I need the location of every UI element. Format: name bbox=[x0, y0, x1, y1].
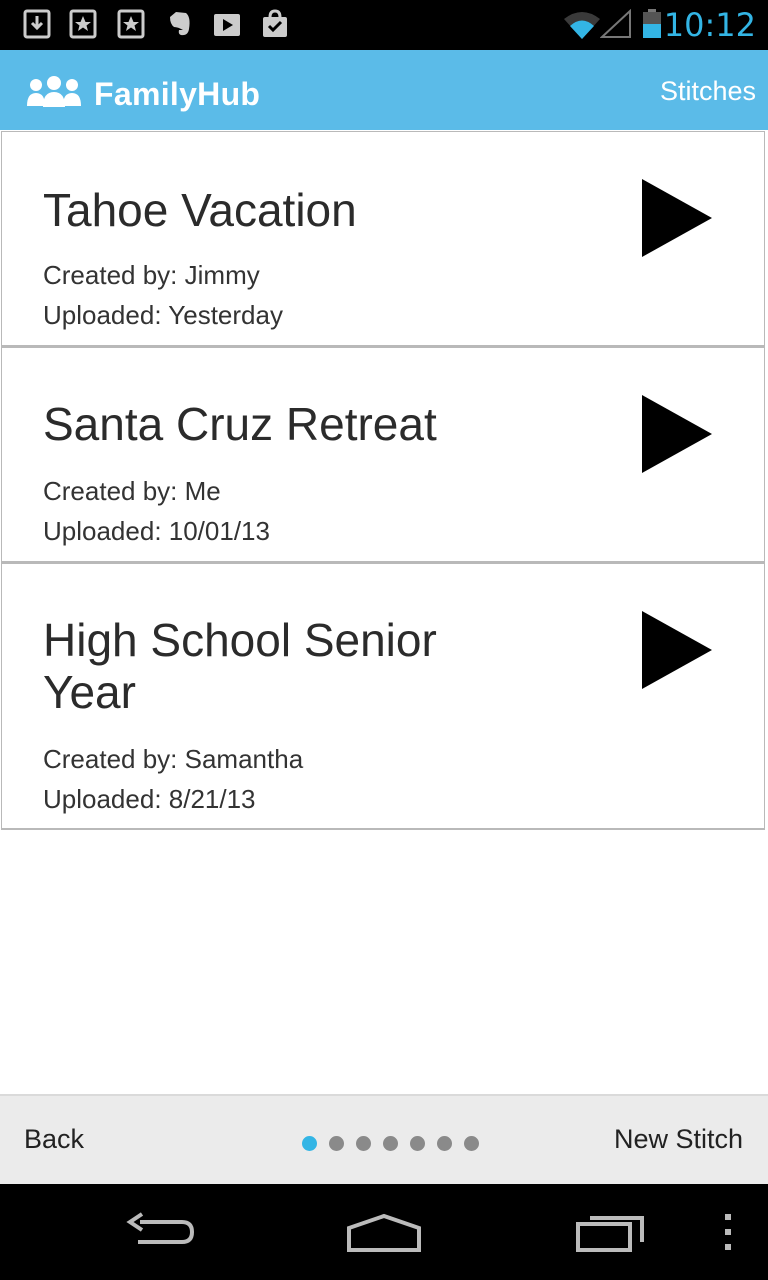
clock: 10:12 bbox=[663, 6, 756, 44]
page-dot bbox=[356, 1136, 371, 1151]
stitches-button[interactable]: Stitches bbox=[660, 76, 756, 107]
app-bar: FamilyHub Stitches bbox=[0, 50, 768, 130]
download-icon bbox=[23, 9, 51, 39]
play-icon[interactable] bbox=[640, 177, 714, 259]
play-icon[interactable] bbox=[640, 393, 714, 475]
page-dot bbox=[383, 1136, 398, 1151]
stitch-title: High School Senior Year bbox=[43, 614, 437, 718]
stitch-card[interactable]: High School Senior Year Created by: Sama… bbox=[1, 563, 765, 830]
evernote-icon bbox=[170, 12, 190, 36]
page-dot bbox=[410, 1136, 425, 1151]
page-dot bbox=[437, 1136, 452, 1151]
overflow-menu-icon[interactable] bbox=[722, 1210, 734, 1254]
stitch-card[interactable]: Santa Cruz Retreat Created by: Me Upload… bbox=[1, 347, 765, 563]
signal-icon bbox=[600, 9, 631, 38]
page-dot-active bbox=[302, 1136, 317, 1151]
shopping-bag-check-icon bbox=[263, 9, 287, 37]
bookmark-star-icon bbox=[69, 9, 97, 39]
recent-apps-icon[interactable] bbox=[574, 1210, 646, 1254]
page-dot bbox=[329, 1136, 344, 1151]
play-icon[interactable] bbox=[640, 609, 714, 691]
bottom-action-bar: Back New Stitch bbox=[0, 1094, 768, 1184]
page-dot bbox=[464, 1136, 479, 1151]
stitch-uploaded: Uploaded: Yesterday bbox=[43, 300, 283, 330]
home-icon[interactable] bbox=[346, 1210, 422, 1254]
stitch-uploaded: Uploaded: 8/21/13 bbox=[43, 784, 256, 814]
bookmark-star-icon bbox=[117, 9, 145, 39]
stitch-uploaded: Uploaded: 10/01/13 bbox=[43, 516, 270, 546]
new-stitch-button[interactable]: New Stitch bbox=[614, 1124, 743, 1155]
stitch-created-by: Created by: Jimmy bbox=[43, 260, 260, 290]
battery-icon bbox=[643, 9, 661, 38]
family-people-icon bbox=[27, 76, 81, 107]
play-store-icon bbox=[214, 14, 240, 36]
back-icon[interactable] bbox=[124, 1210, 196, 1254]
system-nav-bar bbox=[0, 1184, 768, 1280]
app-title: FamilyHub bbox=[94, 76, 261, 112]
stitch-card[interactable]: Tahoe Vacation Created by: Jimmy Uploade… bbox=[1, 131, 765, 347]
stitch-created-by: Created by: Samantha bbox=[43, 744, 304, 774]
stitch-title: Santa Cruz Retreat bbox=[43, 398, 437, 450]
wifi-icon bbox=[564, 12, 600, 39]
stitch-title: Tahoe Vacation bbox=[43, 184, 357, 236]
stitch-created-by: Created by: Me bbox=[43, 476, 221, 506]
status-bar: 10:12 bbox=[0, 0, 768, 50]
back-button[interactable]: Back bbox=[24, 1124, 84, 1155]
